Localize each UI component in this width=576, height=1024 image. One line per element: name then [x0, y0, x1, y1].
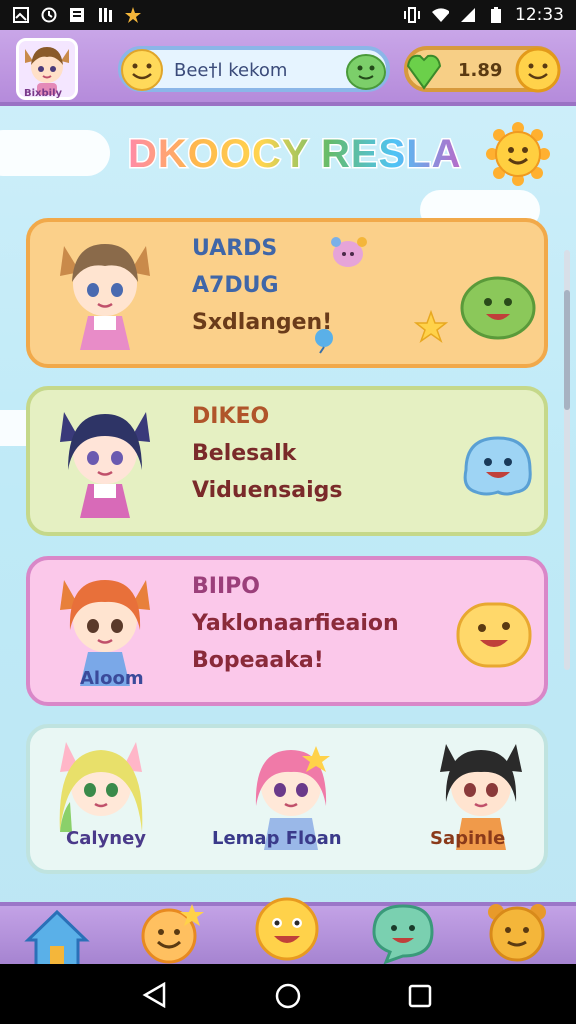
wifi-icon — [431, 6, 449, 24]
clock-time: 12:33 — [515, 5, 564, 25]
cloud — [0, 130, 110, 176]
back-icon[interactable] — [142, 982, 168, 1008]
gem-count: 1.89 — [458, 60, 503, 81]
sun-icon[interactable] — [486, 122, 550, 186]
game-screen: Bixbily Bee†l kekom 1.89 DKOOCY RESLA UA… — [0, 30, 576, 964]
card-2-line-2: Belesalk — [192, 441, 297, 466]
top-bar: Bixbily Bee†l kekom 1.89 — [0, 30, 576, 106]
news-icon — [68, 6, 86, 24]
gallery-icon — [12, 6, 30, 24]
game-title: DKOOCY RESLA — [128, 132, 462, 176]
character-roster-card: Calyney Lemap Floan Sapinle — [26, 724, 548, 874]
books-icon — [96, 6, 114, 24]
home-icon[interactable] — [22, 906, 92, 964]
recents-icon[interactable] — [408, 984, 432, 1008]
cat-icon[interactable] — [482, 896, 552, 964]
green-gem-icon — [406, 54, 442, 90]
character-card-1[interactable]: UARDS A7DUG Sxdlangen! — [26, 218, 548, 368]
blue-ghost-icon[interactable] — [458, 430, 538, 500]
card-2-line-1: DIKEO — [192, 404, 270, 429]
green-slime-icon[interactable] — [458, 270, 538, 340]
character-name-2: Lemap Floan — [212, 828, 342, 849]
clock-icon — [40, 6, 58, 24]
card-1-line-1: UARDS — [192, 236, 278, 261]
card-2-line-3: Viduensaigs — [192, 478, 343, 503]
home-button-icon[interactable] — [274, 982, 302, 1010]
navy-haired-cat-girl-character — [60, 412, 150, 518]
card-3-line-3: Bopeaaka! — [192, 648, 324, 673]
scrollbar-thumb[interactable] — [564, 290, 570, 410]
card-2-text: DIKEO Belesalk Viduensaigs — [192, 404, 343, 515]
player-name-field[interactable]: Bee†l kekom — [118, 46, 390, 92]
star-emoji-icon[interactable] — [136, 898, 206, 964]
smile-face-icon — [121, 49, 163, 91]
character-name-3: Sapinle — [430, 828, 506, 849]
card-1-line-2: A7DUG — [192, 273, 279, 298]
notification-icons — [12, 6, 142, 24]
character-name-1: Calyney — [66, 828, 147, 849]
system-nav-bar — [0, 964, 576, 1024]
signal-icon — [459, 6, 477, 24]
character-card-2[interactable]: DIKEO Belesalk Viduensaigs — [26, 386, 548, 536]
star-icon — [124, 6, 142, 24]
yellow-smiley-icon[interactable] — [454, 600, 534, 670]
coin-smile-icon — [515, 47, 561, 93]
card-3-line-1: BIIPO — [192, 574, 260, 599]
bottom-nav — [0, 897, 576, 964]
blue-balloon-icon — [315, 329, 333, 354]
player-name: Bee†l kekom — [174, 60, 288, 81]
status-bar: 12:33 — [0, 0, 576, 30]
pink-critter-icon — [331, 237, 367, 267]
yellow-star-icon — [414, 310, 448, 343]
gem-counter[interactable]: 1.89 — [404, 46, 561, 93]
character-card-3[interactable]: Aloom BIIPO Yaklonaarfieaion Bopeaaka! — [26, 556, 548, 706]
green-blob-icon — [346, 54, 386, 90]
smile-icon[interactable] — [252, 892, 322, 962]
avatar-label: Bixbily — [24, 88, 63, 99]
brown-haired-cat-girl-character — [60, 244, 150, 350]
card-3-text: BIIPO Yaklonaarfieaion Bopeaaka! — [192, 574, 399, 685]
card-3-character-name: Aloom — [80, 668, 144, 689]
card-3-line-2: Yaklonaarfieaion — [192, 611, 399, 636]
battery-icon — [487, 6, 505, 24]
chat-icon[interactable] — [368, 896, 438, 964]
vibrate-icon — [403, 6, 421, 24]
